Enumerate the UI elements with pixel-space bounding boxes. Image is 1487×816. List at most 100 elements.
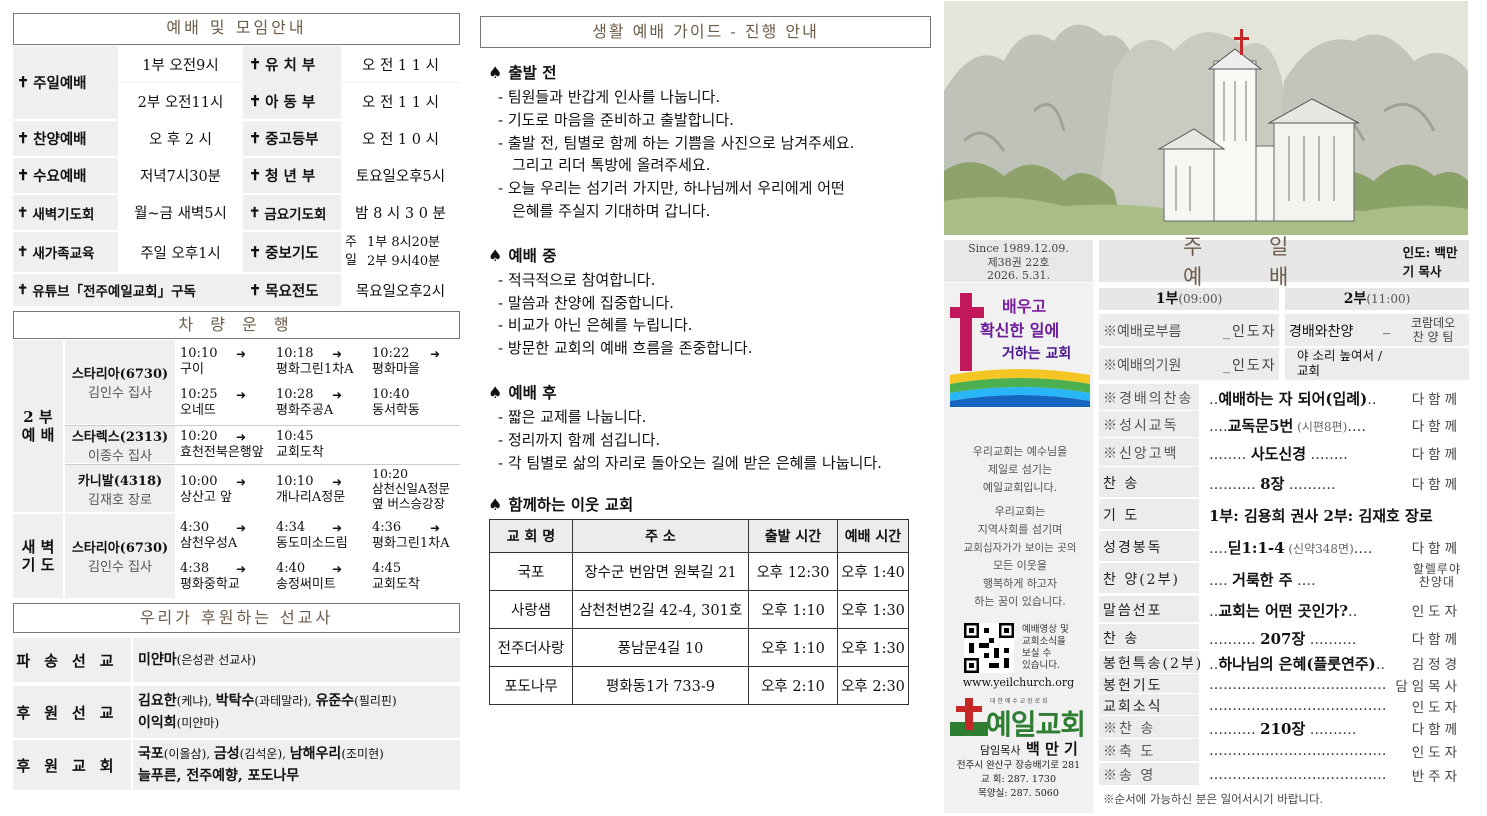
dot-leader: ‥ <box>1209 657 1219 673</box>
guide-heading: 예배 중 <box>508 245 557 265</box>
dot-leader: ‥‥‥‥‥‥‥‥‥‥‥‥‥‥‥‥‥‥‥ <box>1209 743 1387 759</box>
order-item-text: 210장 <box>1260 720 1306 738</box>
bus-stop: 10:18 ➜ 평화그린1차A <box>276 346 371 378</box>
qr-code[interactable] <box>964 623 1014 673</box>
table-cell: 오후 1:30 <box>837 628 909 667</box>
dot-leader: ‥‥‥‥‥ <box>1209 722 1261 738</box>
arrow-right-icon: ➜ <box>236 347 247 361</box>
church-name: 예일교회 <box>986 708 1086 741</box>
guide-line: 그리고 리더 톡방에 올려주세요. <box>512 156 711 175</box>
schedule-label: 새가족교육 <box>32 246 95 262</box>
order-item-content: ‥‥‥‥‥ 8장 ‥‥‥‥‥ <box>1209 473 1399 494</box>
arrow-right-icon: ➜ <box>430 521 441 535</box>
bus-time: 10:10 <box>180 346 218 361</box>
bus-place: 동도미소드림 <box>276 536 348 551</box>
schedule-row: ✝ 수요예배 저녁7시30분 ✝ 청 년 부 토요일오후5시 <box>13 158 460 193</box>
church-phone: 교 회: 287. 1730 <box>980 774 1057 785</box>
order-item-content: ‥‥‥‥ 사도신경 ‥‥‥‥ <box>1209 443 1399 464</box>
dot-leader: ‥‥‥‥‥ <box>1305 631 1357 648</box>
bus-place: 송정써미트 <box>276 577 336 592</box>
arrow-right-icon: ➜ <box>236 475 247 489</box>
bus-vehicle: 스타리아(6730) 김인수 집사 <box>65 514 175 598</box>
schedule-value: 오 전 1 1 시 <box>341 46 460 82</box>
bus-place: 평화그린1차A <box>276 362 354 377</box>
order-leader: 인도: 백만기 목사 <box>1402 245 1458 279</box>
order-item-leader: 인도자 <box>1411 604 1461 620</box>
order-item-text: 사도신경 <box>1250 445 1307 463</box>
table-cell: 국포 <box>489 552 573 591</box>
order-footnote: ※순서에 가능하신 분은 일어서시기 바랍니다. <box>1103 792 1324 806</box>
spade-icon: ♠ <box>488 245 503 265</box>
order-item-name: ※신앙고백 <box>1103 446 1179 462</box>
bus-place: 평화중학교 <box>180 577 240 592</box>
order-item-name: ※예배로부름 <box>1103 324 1182 340</box>
church-name: 남해우리 <box>289 746 342 762</box>
order-item-name: 찬 송 <box>1103 476 1140 492</box>
dot-leader: ‥‥ <box>1347 419 1366 435</box>
bus-vehicle: 스타렉스(2313) 이종수 집사 <box>65 426 175 464</box>
church-info-panel: 배우고 확신한 일에 거하는 교회 우리교회는 예수님을 제일로 섬기는 예일교… <box>944 283 1093 813</box>
table-row: 국포 장수군 번암면 원북길 21 오후 12:30 오후 1:40 <box>489 552 909 591</box>
bus-place: 오네뜨 <box>180 403 216 418</box>
part2-header: 2부(11:00) <box>1285 288 1469 310</box>
table-cell: 사랑샘 <box>489 590 573 629</box>
guide-heading: 출발 전 <box>508 63 557 82</box>
bus-driver-name: 김인수 집사 <box>88 386 152 401</box>
cross-icon: ✝ <box>249 281 262 299</box>
table-header-row: 교 회 명 주 소 출발 시간 예배 시간 <box>489 519 909 553</box>
dot-leader: ‥‥‥‥ <box>1306 447 1348 463</box>
bus-time: 4:45 <box>372 561 402 576</box>
schedule-label: 유 치 부 <box>265 56 316 74</box>
arrow-right-icon: ➜ <box>332 562 343 576</box>
order-item-leader: 다함께 <box>1411 419 1461 435</box>
dot-leader: ‥‥‥‥‥ <box>1305 722 1357 738</box>
bus-car-name: 스타렉스(2313) <box>71 429 169 445</box>
schedule-value: 2부 9시40분 <box>367 254 441 269</box>
bus-time: 4:30 <box>180 520 210 535</box>
dot-leader: ‥‥‥‥‥‥‥‥‥‥‥‥‥‥‥‥‥‥‥ <box>1209 676 1387 693</box>
table-cell: 오후 1:10 <box>748 628 838 667</box>
order-item-leader: 인도자 <box>1411 699 1461 716</box>
church-building-image <box>944 1 1468 235</box>
schedule-row: ✝ 주일예배 1부 오전9시 2부 오전11시 ✝ 유 치 부 ✝ 아 동 부 오 전… <box>13 46 460 119</box>
cross-icon: ✝ <box>249 130 262 147</box>
part1-header: 1부(09:00) <box>1099 288 1279 310</box>
order-row: 봉헌기도 ‥‥‥‥‥‥‥‥‥‥‥‥‥‥‥‥‥‥‥ 담임목사 <box>1099 674 1469 695</box>
cross-icon: ✝ <box>17 204 29 221</box>
bus-driver-name: 김재호 장로 <box>88 492 152 508</box>
order-row: ※신앙고백 ‥‥‥‥ 사도신경 ‥‥‥‥ 다함께 <box>1099 438 1469 466</box>
cross-icon: ✝ <box>249 92 262 110</box>
dot-leader: ‥‥ <box>1209 573 1233 589</box>
leader-line: 코람데오 <box>1411 316 1456 330</box>
dot-leader: ‥‥‥‥‥‥‥‥‥‥‥‥‥‥‥‥‥‥‥ <box>1209 767 1387 783</box>
table-cell: 오후 1:40 <box>837 552 909 591</box>
worship-order-title: 주 일 예 배 인도: 백만기 목사 <box>1099 235 1469 289</box>
order-item-name: ※성시교독 <box>1103 418 1179 434</box>
qr-caption-line: 예배영상 및 <box>1022 624 1069 635</box>
order-row: ※예배의기원 _인도자 야 소리 높여서 / 교회 <box>1099 348 1469 380</box>
order-item-leader: 김정경 <box>1411 657 1461 673</box>
bus-stop: 10:45 교회도착 <box>276 429 371 461</box>
guide-section-head: ♠ 예배 중 <box>488 243 933 269</box>
table-cell: 오후 1:10 <box>748 590 838 629</box>
website-link[interactable]: www.yeilchurch.org <box>944 676 1093 689</box>
bus-stop: 4:38 ➜ 평화중학교 <box>180 561 275 593</box>
order-row: ※축 도 ‥‥‥‥‥‥‥‥‥‥‥‥‥‥‥‥‥‥‥ 인도자 <box>1099 739 1469 761</box>
table-cell: 장수군 번암면 원북길 21 <box>572 552 749 591</box>
bus-place: 동서학동 <box>372 403 420 418</box>
intro-line: 예일교회입니다. <box>982 481 1058 494</box>
arrow-right-icon: ➜ <box>236 521 247 535</box>
bus-place: 구이 <box>180 362 204 377</box>
missionary-label: 파송선교 <box>13 638 131 682</box>
bus-stop: 10:28 ➜ 평화주공A <box>276 387 371 419</box>
bus-vehicle: 스타리아(6730) 김인수 집사 <box>65 340 175 424</box>
order-item-content: ‥‥‥‥‥‥‥‥‥‥‥‥‥‥‥‥‥‥‥ <box>1209 696 1399 714</box>
order-item-content: ‥교회는 어떤 곳인가?‥ <box>1209 600 1399 621</box>
intro-line: 지역사회를 섬기며 <box>977 523 1063 536</box>
pastor-name: (김석운), <box>239 747 290 761</box>
bus-title: 차 량 운 행 <box>13 311 460 339</box>
neighbor-church-table: 교 회 명 주 소 출발 시간 예배 시간 국포 장수군 번암면 원북길 21 … <box>489 519 909 705</box>
order-title-text: 주 일 예 배 <box>1183 235 1319 289</box>
order-item-leader: 다함께 <box>1411 477 1461 493</box>
order-item-leader: 담임목사 <box>1395 678 1461 695</box>
